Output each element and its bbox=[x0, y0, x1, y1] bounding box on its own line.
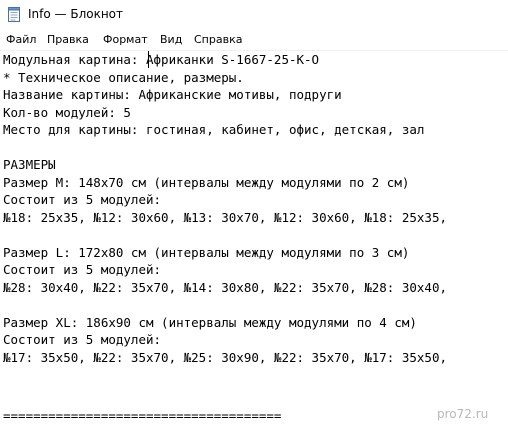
editor-line: РАЗМЕРЫ bbox=[3, 157, 56, 172]
editor-line: №18: 25x35, №12: 30x60, №13: 30x70, №12:… bbox=[3, 209, 448, 225]
editor-line: №28: 30x40, №22: 35x70, №14: 30x80, №22:… bbox=[3, 279, 448, 295]
menu-file[interactable]: Файл bbox=[6, 33, 36, 46]
text-editor-area[interactable]: Модульная картина: Африканки S-1667-25-K… bbox=[0, 51, 508, 432]
editor-line: Модульная картина: Африканки S-1667-25-K… bbox=[3, 52, 320, 67]
notepad-icon bbox=[8, 7, 20, 22]
editor-line: * Техническое описание, размеры. bbox=[3, 69, 244, 85]
editor-line: Размер М: 148x70 см (интервалы между мод… bbox=[3, 174, 410, 190]
editor-line: Состоит из 5 модулей: bbox=[3, 192, 162, 207]
menu-help[interactable]: Справка bbox=[194, 33, 242, 46]
menu-format[interactable]: Формат bbox=[103, 33, 148, 46]
window-title: Info — Блокнот bbox=[28, 7, 124, 21]
menu-edit[interactable]: Правка bbox=[47, 33, 89, 46]
editor-line: №17: 35x50, №22: 35x70, №25: 30x90, №22:… bbox=[3, 349, 448, 365]
editor-line: Кол-во модулей: 5 bbox=[3, 104, 131, 120]
watermark-text: pro72.ru bbox=[437, 407, 489, 421]
editor-line: Размер L: 172x80 см (интервалы между мод… bbox=[3, 244, 410, 260]
editor-line: Состоит из 5 модулей: bbox=[3, 262, 162, 277]
editor-line: Название картины: Африканские мотивы, по… bbox=[3, 87, 342, 102]
editor-line: Размер XL: 186x90 см (интервалы между мо… bbox=[3, 314, 417, 330]
editor-line: ===================================== bbox=[3, 408, 282, 423]
menu-view[interactable]: Вид bbox=[160, 33, 182, 46]
menu-bar: Файл Правка Формат Вид Справка bbox=[0, 30, 508, 51]
notepad-window: Info — Блокнот Файл Правка Формат Вид Сп… bbox=[0, 0, 508, 432]
editor-line: Место для картины: гостиная, кабинет, оф… bbox=[3, 122, 425, 137]
editor-line: Состоит из 5 модулей: bbox=[3, 332, 162, 347]
title-bar[interactable]: Info — Блокнот bbox=[0, 0, 508, 30]
text-caret bbox=[148, 51, 149, 68]
